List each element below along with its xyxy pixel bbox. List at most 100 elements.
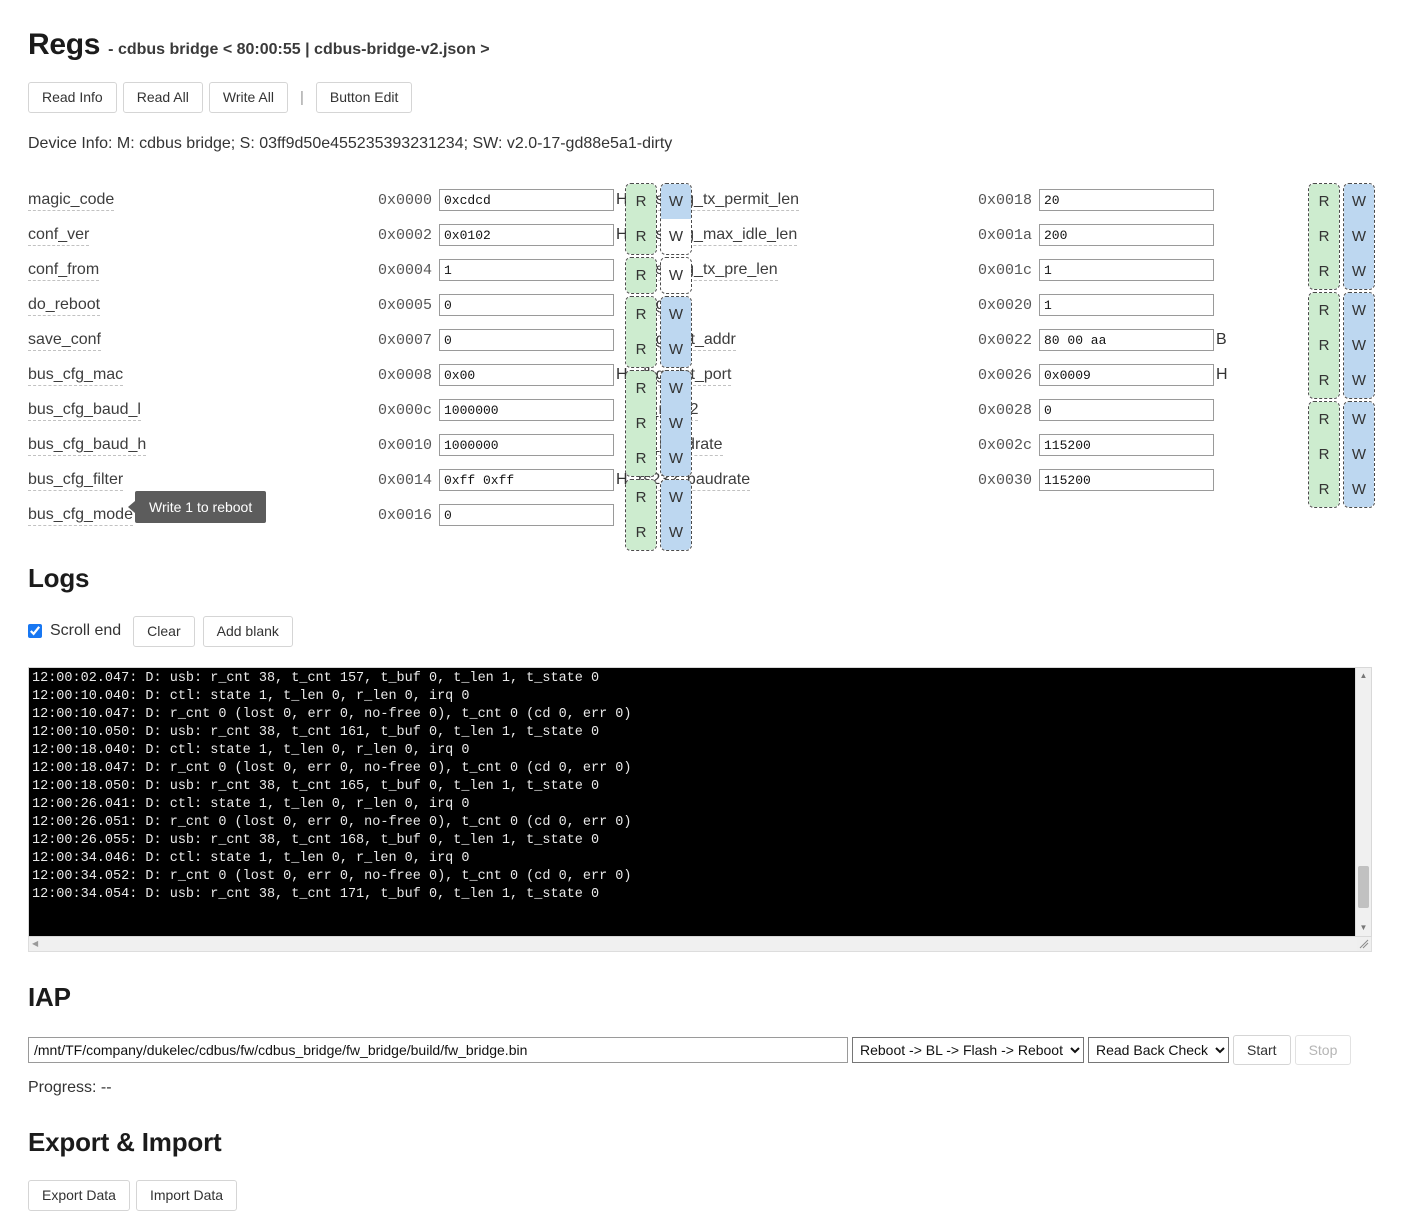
button-edit-button[interactable]: Button Edit	[315, 82, 413, 113]
import-data-button[interactable]: Import Data	[135, 1180, 238, 1212]
read-write-all-button[interactable]: Write All	[208, 82, 288, 113]
scroll-down-arrow[interactable]: ▼	[1360, 920, 1368, 936]
register-address: 0x0028	[977, 401, 1032, 419]
export-import-controls: Export Data Import Data	[28, 1180, 1386, 1212]
write-register-button[interactable]: W	[1344, 183, 1374, 219]
read-register-button[interactable]: R	[1309, 218, 1339, 254]
scroll-left-arrow[interactable]: ◀	[29, 939, 41, 948]
write-register-button[interactable]: W	[661, 440, 691, 476]
add-blank-button[interactable]: Add blank	[202, 615, 293, 647]
log-vertical-scrollbar[interactable]: ▲ ▼	[1355, 667, 1371, 936]
read-register-button[interactable]: R	[626, 257, 656, 293]
write-register-button[interactable]: W	[661, 218, 691, 254]
write-register-button[interactable]: W	[661, 296, 691, 332]
scroll-up-arrow[interactable]: ▲	[1360, 668, 1368, 684]
register-value-input[interactable]	[439, 329, 614, 352]
register-value-input[interactable]	[1039, 329, 1214, 352]
register-value-input[interactable]	[439, 504, 614, 527]
register-row: dbg_en0x0020	[638, 288, 1228, 323]
register-name[interactable]: save_conf	[28, 330, 101, 351]
read-register-button[interactable]: R	[1309, 471, 1339, 507]
clear-logs-button[interactable]: Clear	[133, 615, 195, 647]
read-register-button[interactable]: R	[626, 331, 656, 367]
register-value-input[interactable]	[439, 224, 614, 247]
write-register-button[interactable]: W	[661, 479, 691, 515]
register-name[interactable]: bus_cfg_filter	[28, 470, 124, 491]
iap-mode-select[interactable]: Reboot -> BL -> Flash -> Reboot	[852, 1036, 1084, 1063]
read-info-button[interactable]: Read Info	[28, 82, 117, 113]
read-all-button[interactable]: Read All	[122, 82, 203, 113]
register-value-input[interactable]	[1039, 294, 1214, 317]
write-register-button[interactable]: W	[1344, 436, 1374, 472]
register-value-input[interactable]	[1039, 224, 1214, 247]
register-value-input[interactable]	[439, 294, 614, 317]
read-button-group: RR	[625, 478, 657, 551]
write-register-button[interactable]: W	[1344, 471, 1374, 507]
read-register-button[interactable]: R	[626, 183, 656, 219]
log-terminal[interactable]: 12:00:02.045: D: r_cnt 0 (lost 0, err 0,…	[28, 666, 1372, 937]
register-name[interactable]: conf_from	[28, 260, 100, 281]
register-value-input[interactable]	[1039, 259, 1214, 282]
read-register-button[interactable]: R	[1309, 327, 1339, 363]
read-register-button[interactable]: R	[1309, 362, 1339, 398]
resize-grip-icon[interactable]	[1357, 936, 1371, 951]
register-value-input[interactable]	[1039, 469, 1214, 492]
read-register-button[interactable]: R	[1309, 253, 1339, 289]
register-value-input[interactable]	[439, 364, 614, 387]
write-register-button[interactable]: W	[661, 331, 691, 367]
read-register-button[interactable]: R	[626, 405, 656, 441]
read-register-button[interactable]: R	[1309, 292, 1339, 328]
write-register-button[interactable]: W	[661, 257, 691, 293]
write-register-button[interactable]: W	[1344, 401, 1374, 437]
write-register-button[interactable]: W	[1344, 327, 1374, 363]
iap-stop-button: Stop	[1294, 1034, 1352, 1066]
read-register-button[interactable]: R	[626, 514, 656, 550]
register-name[interactable]: bus_cfg_baud_h	[28, 435, 147, 456]
register-name[interactable]: bus_cfg_baud_l	[28, 400, 141, 421]
register-name[interactable]: conf_ver	[28, 225, 90, 246]
header-toolbar: Read Info Read All Write All | Button Ed…	[28, 82, 1386, 113]
register-value-input[interactable]	[1039, 364, 1214, 387]
toolbar-separator: |	[299, 88, 304, 106]
firmware-path-input[interactable]	[28, 1036, 848, 1063]
register-address: 0x0026	[977, 366, 1032, 384]
read-register-button[interactable]: R	[626, 479, 656, 515]
register-value-input[interactable]	[439, 259, 614, 282]
register-name[interactable]: magic_code	[28, 190, 115, 211]
register-value-input[interactable]	[1039, 399, 1214, 422]
export-data-button[interactable]: Export Data	[28, 1180, 130, 1212]
read-register-button[interactable]: R	[626, 296, 656, 332]
write-register-button[interactable]: W	[661, 183, 691, 219]
read-register-button[interactable]: R	[1309, 436, 1339, 472]
iap-start-button[interactable]: Start	[1233, 1034, 1291, 1066]
read-register-button[interactable]: R	[1309, 183, 1339, 219]
write-register-button[interactable]: W	[1344, 218, 1374, 254]
register-value-input[interactable]	[439, 189, 614, 212]
scroll-end-checkbox[interactable]	[28, 624, 42, 639]
register-address: 0x0002	[377, 226, 432, 244]
write-register-button[interactable]: W	[1344, 362, 1374, 398]
register-name[interactable]: bus_cfg_mac	[28, 365, 124, 386]
read-register-button[interactable]: R	[626, 370, 656, 406]
write-register-button[interactable]: W	[1344, 292, 1374, 328]
rw-buttons-left: RRRRRRRRRRWWWWWWWWWW	[625, 182, 692, 551]
write-register-button[interactable]: W	[1344, 253, 1374, 289]
register-name[interactable]: do_reboot	[28, 295, 101, 316]
log-horizontal-scrollbar[interactable]: ◀	[28, 936, 1372, 952]
register-value-input[interactable]	[439, 399, 614, 422]
register-value-input[interactable]	[439, 469, 614, 492]
register-value-input[interactable]	[1039, 434, 1214, 457]
register-value-input[interactable]	[1039, 189, 1214, 212]
register-unit: B	[1216, 331, 1227, 349]
read-register-button[interactable]: R	[626, 440, 656, 476]
read-register-button[interactable]: R	[626, 218, 656, 254]
register-value-input[interactable]	[439, 434, 614, 457]
register-name[interactable]: bus_cfg_mode	[28, 505, 133, 526]
scroll-thumb[interactable]	[1358, 865, 1369, 908]
read-register-button[interactable]: R	[1309, 401, 1339, 437]
logs-heading: Logs	[28, 562, 90, 593]
write-register-button[interactable]: W	[661, 370, 691, 406]
write-register-button[interactable]: W	[661, 514, 691, 550]
write-register-button[interactable]: W	[661, 405, 691, 441]
iap-check-select[interactable]: Read Back Check	[1088, 1036, 1229, 1063]
